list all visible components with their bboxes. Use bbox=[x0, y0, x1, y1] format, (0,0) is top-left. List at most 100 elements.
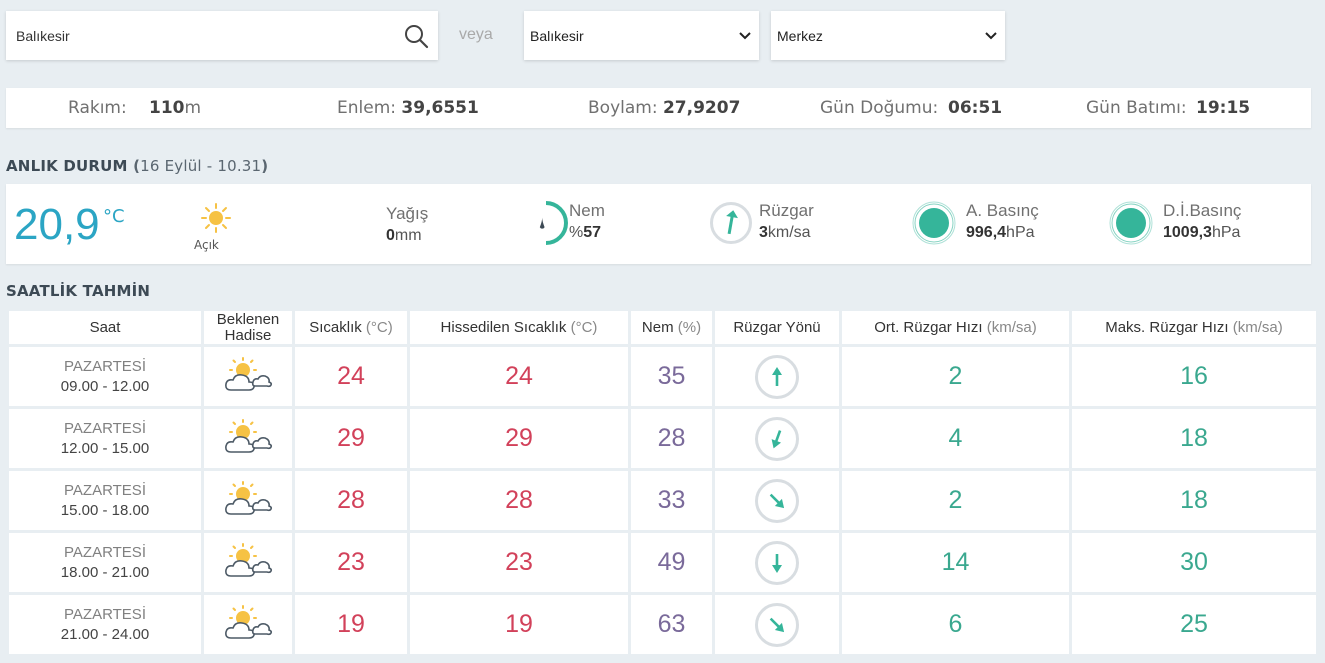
longitude: Boylam: 27,9207 bbox=[588, 98, 741, 118]
wind-direction-icon bbox=[710, 202, 752, 244]
wind-direction-cell bbox=[715, 595, 839, 654]
temperature-cell: 28 bbox=[295, 471, 407, 530]
altitude-value: 110m bbox=[149, 98, 202, 118]
humidity-cell: 49 bbox=[631, 533, 712, 592]
feels-like-cell: 29 bbox=[410, 409, 628, 468]
sunrise-value: 06:51 bbox=[948, 98, 1003, 118]
header-sicaklik: Sıcaklık (°C) bbox=[295, 311, 407, 344]
avg-wind-cell: 4 bbox=[842, 409, 1069, 468]
partly-cloudy-icon bbox=[225, 542, 273, 577]
temperature-unit: °C bbox=[103, 206, 125, 227]
humidity-value: %57 bbox=[569, 224, 602, 241]
day-label: PAZARTESİ bbox=[64, 481, 146, 499]
temperature-cell: 29 bbox=[295, 409, 407, 468]
table-row: PAZARTESİ 15.00 - 18.00 28 28 33 2 18 bbox=[9, 471, 1316, 530]
wind-direction-ring bbox=[755, 478, 799, 523]
header-nem: Nem (%) bbox=[631, 311, 712, 344]
chevron-down-icon bbox=[739, 31, 751, 39]
partly-cloudy-icon bbox=[225, 480, 273, 515]
avg-wind-cell: 6 bbox=[842, 595, 1069, 654]
day-label: PAZARTESİ bbox=[64, 605, 146, 623]
current-temperature: 20,9 bbox=[14, 200, 100, 249]
time-range: 12.00 - 15.00 bbox=[60, 439, 150, 457]
sunset-value: 19:15 bbox=[1196, 98, 1251, 118]
time-range: 21.00 - 24.00 bbox=[60, 625, 150, 643]
hourly-forecast-title: SAATLİK TAHMİN bbox=[6, 282, 151, 300]
temperature-cell: 19 bbox=[295, 595, 407, 654]
wind-direction-ring bbox=[755, 354, 799, 399]
weather-icon-cell bbox=[204, 347, 292, 406]
feels-like-cell: 28 bbox=[410, 471, 628, 530]
table-header-row: Saat Beklenen Hadise Sıcaklık (°C) Hisse… bbox=[9, 311, 1316, 344]
avg-wind-cell: 14 bbox=[842, 533, 1069, 592]
pressure-icon bbox=[912, 201, 956, 245]
search-icon bbox=[405, 24, 429, 48]
header-hissedilen: Hissedilen Sıcaklık (°C) bbox=[410, 311, 628, 344]
time-cell: PAZARTESİ 15.00 - 18.00 bbox=[9, 471, 201, 530]
avg-wind-cell: 2 bbox=[842, 347, 1069, 406]
max-wind-cell: 18 bbox=[1072, 471, 1316, 530]
wind-direction-cell bbox=[715, 347, 839, 406]
wind-direction-cell bbox=[715, 471, 839, 530]
time-cell: PAZARTESİ 18.00 - 21.00 bbox=[9, 533, 201, 592]
humidity-cell: 33 bbox=[631, 471, 712, 530]
precipitation-label: Yağış bbox=[386, 204, 429, 223]
feels-like-cell: 24 bbox=[410, 347, 628, 406]
partly-cloudy-icon bbox=[225, 356, 273, 391]
weather-icon-cell bbox=[204, 533, 292, 592]
sun-icon bbox=[201, 203, 231, 233]
header-ort-ruzgar: Ort. Rüzgar Hızı (km/sa) bbox=[842, 311, 1069, 344]
time-range: 09.00 - 12.00 bbox=[60, 377, 150, 395]
pressure-value: 996,4hPa bbox=[966, 224, 1035, 241]
search-box bbox=[6, 11, 438, 60]
time-range: 18.00 - 21.00 bbox=[60, 563, 150, 581]
altitude: Rakım: bbox=[68, 98, 127, 118]
avg-wind-cell: 2 bbox=[842, 471, 1069, 530]
partly-cloudy-icon bbox=[225, 604, 273, 639]
district-select-value: Merkez bbox=[777, 27, 823, 44]
table-row: PAZARTESİ 18.00 - 21.00 23 23 49 14 30 bbox=[9, 533, 1316, 592]
pressure-label: A. Basınç bbox=[966, 201, 1039, 220]
temperature-cell: 23 bbox=[295, 533, 407, 592]
location-info-bar: Rakım: 110m Enlem: 39,6551 Boylam: 27,92… bbox=[6, 88, 1311, 128]
district-select[interactable]: Merkez bbox=[771, 11, 1005, 60]
time-cell: PAZARTESİ 21.00 - 24.00 bbox=[9, 595, 201, 654]
header-hadise: Beklenen Hadise bbox=[204, 311, 292, 344]
sea-level-pressure-label: D.İ.Basınç bbox=[1163, 201, 1242, 220]
current-condition: Açık bbox=[194, 238, 219, 252]
current-conditions-title: ANLIK DURUM (16 Eylül - 10.31) bbox=[6, 157, 269, 175]
wind-arrow-icon bbox=[769, 493, 785, 508]
province-select[interactable]: Balıkesir bbox=[524, 11, 759, 60]
wind-direction-ring bbox=[755, 602, 799, 647]
header-maks-ruzgar: Maks. Rüzgar Hızı (km/sa) bbox=[1072, 311, 1316, 344]
time-range: 15.00 - 18.00 bbox=[60, 501, 150, 519]
wind-value: 3km/sa bbox=[759, 224, 811, 241]
search-input[interactable] bbox=[6, 11, 394, 60]
precipitation-value: 0mm bbox=[386, 227, 422, 244]
table-row: PAZARTESİ 09.00 - 12.00 24 24 35 2 16 bbox=[9, 347, 1316, 406]
wind-direction-ring bbox=[755, 540, 799, 585]
max-wind-cell: 16 bbox=[1072, 347, 1316, 406]
hourly-forecast-table: Saat Beklenen Hadise Sıcaklık (°C) Hisse… bbox=[6, 308, 1319, 657]
time-cell: PAZARTESİ 09.00 - 12.00 bbox=[9, 347, 201, 406]
weather-icon-cell bbox=[204, 471, 292, 530]
header-ruzgar-yonu: Rüzgar Yönü bbox=[715, 311, 839, 344]
wind-direction-cell bbox=[715, 409, 839, 468]
wind-direction-cell bbox=[715, 533, 839, 592]
max-wind-cell: 30 bbox=[1072, 533, 1316, 592]
table-row: PAZARTESİ 12.00 - 15.00 29 29 28 4 18 bbox=[9, 409, 1316, 468]
table-row: PAZARTESİ 21.00 - 24.00 19 19 63 6 25 bbox=[9, 595, 1316, 654]
wind-direction-ring bbox=[755, 416, 799, 461]
sea-level-pressure-icon bbox=[1109, 201, 1153, 245]
humidity-cell: 28 bbox=[631, 409, 712, 468]
header-saat: Saat bbox=[9, 311, 201, 344]
wind-arrow-icon bbox=[772, 366, 782, 386]
current-conditions-panel: 20,9 °C Açık Yağış 0mm Nem %57 Rüzgar 3k… bbox=[6, 184, 1311, 264]
or-label: veya bbox=[459, 26, 493, 43]
wind-arrow-icon bbox=[769, 617, 785, 632]
day-label: PAZARTESİ bbox=[64, 419, 146, 437]
wind-arrow-icon bbox=[771, 429, 782, 448]
search-button[interactable] bbox=[394, 11, 438, 60]
wind-label: Rüzgar bbox=[759, 201, 814, 220]
latitude: Enlem: 39,6551 bbox=[337, 98, 479, 118]
